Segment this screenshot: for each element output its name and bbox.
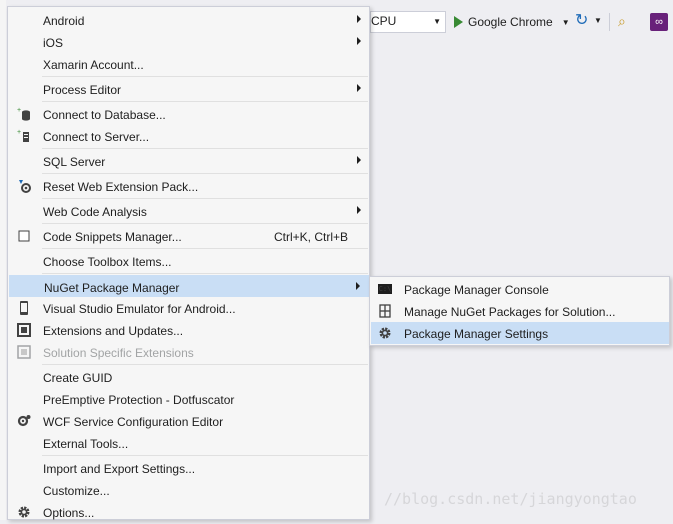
editor-left-gutter [0,0,6,520]
menu-item-shortcut: Ctrl+K, Ctrl+B [274,230,349,244]
refresh-icon[interactable]: ↻ [575,13,588,29]
platform-combo[interactable]: CPU ▼ [370,11,446,33]
run-target-label: Google Chrome [468,15,553,29]
submenu-arrow-icon [357,156,361,164]
menu-item-import-export-settings[interactable]: Import and Export Settings... [9,457,369,479]
menu-item-label: Extensions and Updates... [43,324,184,338]
chevron-down-icon[interactable]: ▼ [594,16,602,25]
menu-item-label: iOS [43,36,64,50]
visual-studio-icon[interactable]: ∞ [650,13,668,31]
database-icon: + [16,106,32,122]
find-in-files-icon[interactable]: ⌕ [618,13,626,30]
menu-bar [0,0,673,5]
platform-combo-value: CPU [371,14,397,28]
menu-item-label: Import and Export Settings... [43,462,196,476]
menu-separator [42,223,368,224]
submenu-arrow-icon [357,15,361,23]
menu-item-label: Code Snippets Manager... [43,230,182,244]
submenu-arrow-icon [357,37,361,45]
menu-item-code-snippets-manager[interactable]: Code Snippets Manager... Ctrl+K, Ctrl+B [9,225,369,247]
menu-item-connect-server[interactable]: + Connect to Server... [9,125,369,147]
menu-item-label: Process Editor [43,83,122,97]
menu-item-label: Connect to Server... [43,130,150,144]
nuget-submenu: C:\ Package Manager Console Manage NuGet… [369,276,670,346]
phone-icon [16,300,32,316]
chevron-down-icon: ▼ [433,17,441,26]
wcf-gear-icon [16,413,32,429]
menu-item-label: Solution Specific Extensions [43,346,194,360]
menu-item-sql-server[interactable]: SQL Server [9,150,369,172]
menu-item-choose-toolbox-items[interactable]: Choose Toolbox Items... [9,250,369,272]
menu-item-android[interactable]: Android [9,9,369,31]
gear-icon [16,504,32,520]
submenu-arrow-icon [356,282,360,290]
tools-menu: Android iOS Xamarin Account... Process E… [7,6,370,520]
menu-item-label: Options... [43,506,95,520]
menu-item-label: PreEmptive Protection - Dotfuscator [43,393,235,407]
checkbox-icon [16,228,32,244]
menu-separator [42,455,368,456]
solution-ext-icon [16,344,32,360]
menu-item-create-guid[interactable]: Create GUID [9,366,369,388]
submenu-item-manage-nuget-packages[interactable]: Manage NuGet Packages for Solution... [371,300,669,322]
menu-item-reset-web-extension-pack[interactable]: Reset Web Extension Pack... [9,175,369,197]
menu-item-label: Reset Web Extension Pack... [43,180,199,194]
menu-item-wcf-config-editor[interactable]: WCF Service Configuration Editor [9,410,369,432]
menu-item-label: Create GUID [43,371,113,385]
menu-item-ios[interactable]: iOS [9,31,369,53]
watermark: //blog.csdn.net/jiangyongtao [384,490,637,508]
packages-icon [377,303,393,319]
menu-separator [42,273,368,274]
menu-item-label: Android [43,14,85,28]
menu-separator [42,198,368,199]
menu-item-external-tools[interactable]: External Tools... [9,432,369,454]
menu-item-solution-specific-extensions: Solution Specific Extensions [9,341,369,363]
menu-item-label: Customize... [43,484,110,498]
console-icon: C:\ [378,284,392,294]
menu-separator [42,148,368,149]
menu-item-label: Xamarin Account... [43,58,144,72]
menu-item-xamarin-account[interactable]: Xamarin Account... [9,53,369,75]
svg-text:+: + [17,107,21,114]
menu-item-extensions-updates[interactable]: Extensions and Updates... [9,319,369,341]
submenu-item-package-manager-settings[interactable]: Package Manager Settings [371,322,669,344]
menu-item-label: Choose Toolbox Items... [43,255,172,269]
toolbar: CPU ▼ Google Chrome ▼ ↻ ▼ ⌕ ∞ [370,6,673,36]
menu-separator [42,101,368,102]
submenu-arrow-icon [357,84,361,92]
extensions-icon [16,322,32,338]
chevron-down-icon: ▼ [561,17,570,27]
menu-item-vs-emulator-android[interactable]: Visual Studio Emulator for Android... [9,297,369,319]
submenu-item-label: Package Manager Console [404,283,549,297]
play-icon [454,16,463,28]
svg-text:+: + [17,129,21,136]
menu-item-label: Connect to Database... [43,108,166,122]
menu-item-preemptive-dotfuscator[interactable]: PreEmptive Protection - Dotfuscator [9,388,369,410]
menu-separator [42,173,368,174]
menu-separator [42,364,368,365]
server-icon: + [16,128,32,144]
reset-icon [16,178,32,194]
menu-item-nuget-package-manager[interactable]: NuGet Package Manager [9,275,369,297]
menu-item-label: Web Code Analysis [43,205,147,219]
menu-item-label: SQL Server [43,155,106,169]
submenu-item-label: Package Manager Settings [404,327,549,341]
menu-item-label: External Tools... [43,437,129,451]
menu-item-label: NuGet Package Manager [44,281,180,295]
menu-item-label: WCF Service Configuration Editor [43,415,224,429]
menu-separator [42,76,368,77]
submenu-item-package-manager-console[interactable]: C:\ Package Manager Console [371,278,669,300]
gear-icon [377,325,393,341]
menu-item-customize[interactable]: Customize... [9,479,369,501]
menu-item-process-editor[interactable]: Process Editor [9,78,369,100]
menu-item-web-code-analysis[interactable]: Web Code Analysis [9,200,369,222]
toolbar-separator [609,13,610,31]
submenu-arrow-icon [357,206,361,214]
start-debugging-button[interactable]: Google Chrome ▼ [454,11,570,33]
menu-item-connect-database[interactable]: + Connect to Database... [9,103,369,125]
menu-separator [42,248,368,249]
menu-item-label: Visual Studio Emulator for Android... [43,302,236,316]
submenu-item-label: Manage NuGet Packages for Solution... [404,305,616,319]
